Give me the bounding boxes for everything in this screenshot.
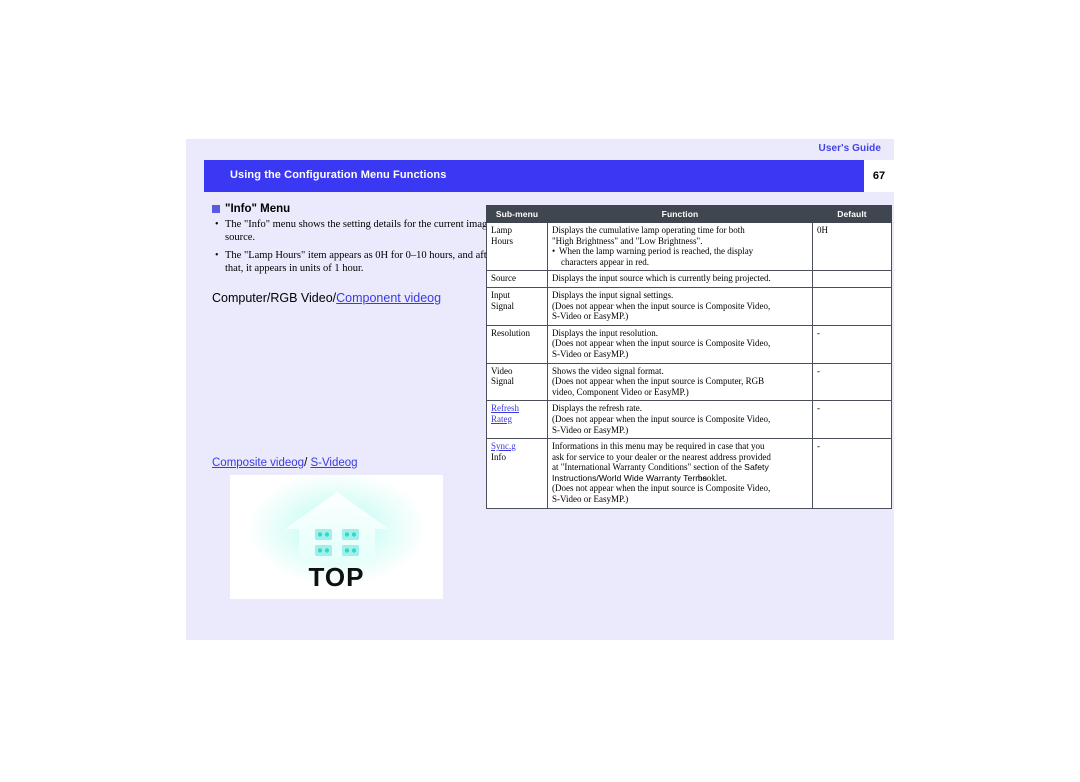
column-header-default: Default [812, 205, 892, 223]
function-line: S-Video or EasyMP.) [552, 424, 629, 435]
cell-submenu: Video Signal [486, 362, 548, 402]
component-video-glossary-link[interactable]: Component videog [336, 291, 441, 305]
list-item: The "Lamp Hours" item appears as 0H for … [212, 250, 497, 275]
function-text: booklet. [697, 472, 728, 483]
cell-function: Shows the video signal format. (Does not … [547, 362, 813, 402]
s-video-glossary-link[interactable]: S-Videog [310, 457, 357, 469]
column-header-function: Function [547, 205, 813, 223]
top-button-label: TOP [308, 562, 365, 592]
function-line: Shows the video signal format. [552, 365, 664, 376]
cell-default [812, 270, 892, 288]
function-line: S-Video or EasyMP.) [552, 494, 629, 505]
submenu-label: Lamp [491, 225, 512, 235]
manual-title-text: Safety [744, 462, 769, 473]
document-page: User's Guide Using the Configuration Men… [186, 139, 894, 640]
function-line: at "International Warranty Conditions" s… [552, 462, 808, 473]
table-row: Video Signal Shows the video signal format… [486, 362, 892, 402]
table-row: Resolution Displays the input resolution.… [486, 324, 892, 364]
submenu-label: Signal [491, 300, 515, 311]
list-item: The "Info" menu shows the setting detail… [212, 219, 497, 244]
table-row: Lamp Hours Displays the cumulative lamp op… [486, 221, 892, 272]
function-line: characters appear in red. [561, 256, 649, 267]
function-line: (Does not appear when the input source i… [552, 300, 771, 311]
function-line: (Does not appear when the input source i… [552, 376, 765, 387]
function-line: Displays the input source which is curre… [552, 273, 771, 284]
glossary-link[interactable]: Rateg [491, 414, 543, 425]
section-heading-label: "Info" Menu [225, 203, 291, 215]
cell-function: Informations in this menu may be require… [547, 438, 813, 509]
column-header-submenu: Sub-menu [486, 205, 548, 223]
function-line: ask for service to your dealer or the ne… [552, 451, 771, 462]
cell-function: Displays the cumulative lamp operating t… [547, 221, 813, 272]
source-label-computer: Computer/RGB Video/Component videog [212, 291, 497, 305]
function-line: Instructions/World Wide Warranty Termsbo… [552, 473, 808, 484]
submenu-label: Signal [491, 376, 515, 387]
page-number-box: 67 [864, 160, 894, 192]
cell-default: 0H [812, 221, 892, 272]
cell-submenu: Source [486, 270, 548, 288]
page-header-bar: Using the Configuration Menu Functions [204, 160, 864, 192]
page-number: 67 [872, 170, 886, 182]
cell-submenu: Lamp Hours [486, 221, 548, 272]
cell-submenu: Resolution [486, 324, 548, 364]
table-row: Sync.g Info Informations in this menu may … [486, 438, 892, 509]
info-menu-table-wrapper: Sub-menu Function Default Lamp Hours Displ… [486, 205, 892, 509]
composite-video-glossary-link[interactable]: Composite videog [212, 457, 304, 469]
submenu-label: Hours [491, 235, 513, 246]
cell-default: - [812, 438, 892, 509]
cell-function: Displays the input signal settings. (Does… [547, 286, 813, 326]
function-line: video, Component Video or EasyMP.) [552, 386, 689, 397]
cell-function: Displays the refresh rate. (Does not appe… [547, 400, 813, 440]
glossary-link[interactable]: Refresh [491, 403, 543, 414]
screenshot-root: User's Guide Using the Configuration Men… [0, 0, 1080, 782]
cell-submenu: Refresh Rateg [486, 400, 548, 440]
function-line: Informations in this menu may be require… [552, 441, 765, 452]
info-menu-table: Sub-menu Function Default Lamp Hours Displ… [486, 205, 892, 509]
source-label-composite: Composite videog/ S-Videog [212, 457, 497, 469]
top-navigation-button[interactable]: TOP [230, 475, 443, 599]
page-title: Using the Configuration Menu Functions [230, 169, 447, 181]
cell-function: Displays the input source which is curre… [547, 270, 813, 288]
submenu-label: Resolution [491, 327, 531, 338]
table-body: Lamp Hours Displays the cumulative lamp op… [486, 221, 892, 509]
home-house-icon [284, 492, 389, 564]
cell-submenu: Sync.g Info [486, 438, 548, 509]
function-line: S-Video or EasyMP.) [552, 311, 629, 322]
submenu-label: Video [491, 365, 513, 376]
square-bullet-icon [212, 205, 220, 213]
table-row: Input Signal Displays the input signal set… [486, 286, 892, 326]
glossary-link[interactable]: Sync.g [491, 441, 543, 452]
function-line: (Does not appear when the input source i… [552, 483, 771, 494]
cell-default: - [812, 324, 892, 364]
cell-default: - [812, 362, 892, 402]
submenu-label: Input [491, 289, 510, 300]
function-line: Displays the input resolution. [552, 327, 658, 338]
table-row: Refresh Rateg Displays the refresh rate.(… [486, 400, 892, 440]
function-line: Displays the cumulative lamp operating t… [552, 225, 745, 235]
function-line: S-Video or EasyMP.) [552, 348, 629, 359]
cell-function: Displays the input resolution. (Does not … [547, 324, 813, 364]
table-row: Source Displays the input source which is… [486, 270, 892, 288]
manual-title-text: Instructions/World Wide Warranty Terms [552, 472, 707, 483]
notes-list: The "Info" menu shows the setting detail… [212, 219, 497, 275]
users-guide-label: User's Guide [818, 143, 881, 154]
submenu-label: Info [491, 451, 506, 462]
section-heading: "Info" Menu [212, 203, 497, 215]
table-header-row: Sub-menu Function Default [486, 205, 892, 223]
function-line: Displays the input signal settings. [552, 289, 674, 300]
function-line: Displays the refresh rate. [552, 403, 642, 414]
left-column: "Info" Menu The "Info" menu shows the se… [212, 203, 497, 469]
cell-default [812, 286, 892, 326]
cell-submenu: Input Signal [486, 286, 548, 326]
source-label-text: Computer/RGB Video/ [212, 291, 337, 305]
function-line: (Does not appear when the input source i… [552, 413, 771, 424]
function-line: When the lamp warning period is reached,… [552, 246, 808, 257]
function-line: "High Brightness" and "Low Brightness". [552, 235, 703, 246]
cell-default: - [812, 400, 892, 440]
function-line: (Does not appear when the input source i… [552, 338, 771, 349]
function-text: at "International Warranty Conditions" s… [552, 462, 745, 473]
submenu-label: Source [491, 273, 516, 284]
